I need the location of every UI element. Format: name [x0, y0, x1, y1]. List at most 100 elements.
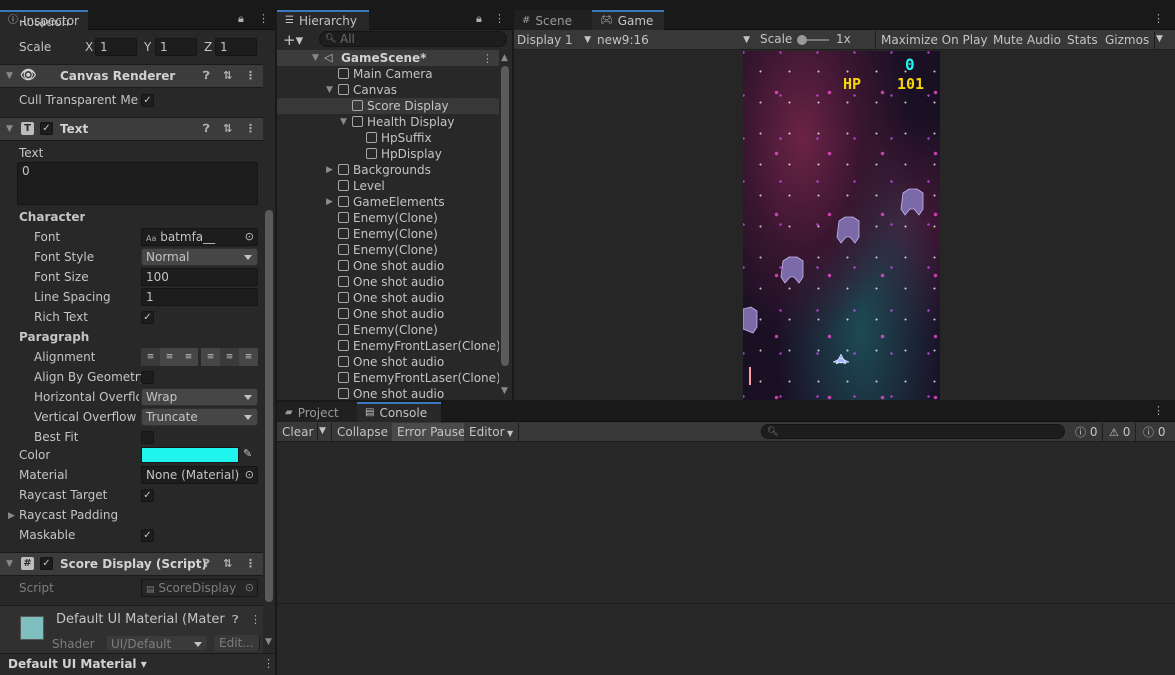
scene-menu-icon[interactable]: ⋮	[482, 51, 493, 67]
scale-z-field[interactable]: 1	[215, 38, 257, 56]
editor-dropdown[interactable]: Editor ▼	[464, 423, 520, 441]
best-fit-checkbox[interactable]	[141, 431, 154, 444]
scale-x-field[interactable]: 1	[95, 38, 137, 56]
foldout-arrow-icon[interactable]: ▼	[312, 50, 319, 66]
game-viewport[interactable]: 0 HP 101	[514, 51, 1175, 400]
inspector-scrollbar[interactable]	[265, 210, 273, 602]
hierarchy-item[interactable]: One shot audio	[277, 306, 499, 322]
help-icon[interactable]: ❓︎	[203, 557, 210, 571]
hierarchy-item[interactable]: HpSuffix	[277, 130, 499, 146]
preset-icon[interactable]: ⇅	[223, 557, 232, 570]
display-dropdown[interactable]: Display 1 ▼	[517, 31, 591, 49]
text-area[interactable]: 0	[17, 162, 258, 205]
hierarchy-item[interactable]: One shot audio	[277, 354, 499, 370]
error-pause-button[interactable]: Error Pause	[392, 423, 472, 441]
foldout-arrow-icon[interactable]: ▼	[340, 114, 347, 130]
eyedropper-icon[interactable]: ✎	[243, 447, 252, 460]
foldout-arrow-icon[interactable]: ▶	[8, 511, 15, 521]
gizmos-button[interactable]: Gizmos	[1100, 31, 1156, 49]
tab-scene[interactable]: # Scene	[514, 10, 592, 30]
lock-icon[interactable]: 🔒︎	[476, 12, 482, 26]
font-style-dropdown[interactable]: Normal	[141, 248, 258, 266]
scale-y-field[interactable]: 1	[155, 38, 197, 56]
add-object-button[interactable]: +▾	[283, 31, 303, 49]
v-overflow-dropdown[interactable]: Truncate	[141, 408, 258, 426]
hierarchy-item[interactable]: ▶ GameElements	[277, 194, 499, 210]
warning-filter-toggle[interactable]: ⚠ 0	[1104, 423, 1137, 441]
preset-icon[interactable]: ⇅	[223, 69, 232, 82]
foldout-arrow-icon[interactable]: ▼	[6, 124, 13, 134]
material-footer-dropdown[interactable]: Default UI Material ▾	[8, 657, 147, 671]
resolution-dropdown[interactable]: new9:16 ▼	[597, 31, 750, 49]
hierarchy-item[interactable]: Main Camera	[277, 66, 499, 82]
maskable-checkbox[interactable]: ✓	[141, 529, 154, 542]
hierarchy-item[interactable]: One shot audio	[277, 274, 499, 290]
scroll-up-icon[interactable]: ▲	[501, 53, 508, 63]
hierarchy-item[interactable]: Enemy(Clone)	[277, 322, 499, 338]
component-menu-icon[interactable]: ⋮	[245, 557, 256, 570]
maximize-on-play-button[interactable]: Maximize On Play	[875, 31, 994, 49]
help-icon[interactable]: ❓︎	[203, 122, 210, 136]
lock-icon[interactable]: 🔒︎	[238, 12, 244, 26]
font-field[interactable]: Aa batmfa__ ⊙	[141, 228, 258, 246]
hierarchy-item[interactable]: One shot audio	[277, 290, 499, 306]
console-search[interactable]: 🔍︎	[761, 424, 1065, 439]
foldout-arrow-icon[interactable]: ▶	[326, 162, 333, 178]
hierarchy-item[interactable]: EnemyFrontLaser(Clone)	[277, 370, 499, 386]
align-center-icon[interactable]: ≡	[160, 348, 179, 366]
menu-kebab-icon[interactable]: ⋮	[494, 12, 505, 25]
align-middle-icon[interactable]: ≡	[220, 348, 239, 366]
material-field[interactable]: None (Material) ⊙	[141, 466, 258, 484]
tab-console[interactable]: ▤ Console	[357, 402, 441, 422]
hierarchy-item[interactable]: ▼ Health Display	[277, 114, 499, 130]
object-picker-icon[interactable]: ⊙	[245, 229, 254, 245]
line-spacing-field[interactable]: 1	[141, 288, 258, 306]
scroll-down-icon[interactable]: ▼	[501, 386, 508, 396]
preset-icon[interactable]: ⇅	[223, 122, 232, 135]
cull-transparent-checkbox[interactable]: ✓	[141, 94, 154, 107]
foldout-arrow-icon[interactable]: ▼	[326, 82, 333, 98]
object-picker-icon[interactable]: ⊙	[245, 467, 254, 483]
foldout-arrow-icon[interactable]: ▶	[326, 194, 333, 210]
canvas-renderer-header[interactable]: ▼ 👁︎ Canvas Renderer ❓︎ ⇅ ⋮	[0, 64, 263, 88]
clear-options-icon[interactable]: ▼	[319, 426, 326, 436]
foldout-arrow-icon[interactable]: ▼	[6, 71, 13, 81]
score-display-script-header[interactable]: ▼ # ✓ Score Display (Script) ❓︎ ⇅ ⋮	[0, 552, 263, 576]
game-canvas[interactable]: 0 HP 101	[743, 51, 940, 400]
log-filter-toggle[interactable]: ⓘ 0	[1070, 423, 1104, 441]
foldout-arrow-icon[interactable]: ▼	[6, 559, 13, 569]
help-icon[interactable]: ❓︎	[232, 613, 239, 627]
component-menu-icon[interactable]: ⋮	[250, 613, 261, 626]
clear-button[interactable]: Clear	[277, 423, 319, 441]
raycast-padding-label[interactable]: Raycast Padding	[19, 508, 118, 522]
edit-shader-button[interactable]: Edit...	[214, 635, 260, 651]
align-bottom-icon[interactable]: ≡	[239, 348, 258, 366]
hierarchy-item[interactable]: Level	[277, 178, 499, 194]
tab-game[interactable]: 🎮︎ Game	[592, 10, 664, 30]
component-menu-icon[interactable]: ⋮	[245, 69, 256, 82]
hierarchy-item[interactable]: Enemy(Clone)	[277, 226, 499, 242]
align-geometry-checkbox[interactable]	[141, 371, 154, 384]
console-detail-area[interactable]	[277, 603, 1175, 675]
menu-kebab-icon[interactable]: ⋮	[1153, 404, 1164, 417]
component-menu-icon[interactable]: ⋮	[245, 122, 256, 135]
h-overflow-dropdown[interactable]: Wrap	[141, 388, 258, 406]
error-filter-toggle[interactable]: ⓘ 0	[1138, 423, 1171, 441]
collapse-button[interactable]: Collapse	[331, 423, 394, 441]
hierarchy-item[interactable]: Enemy(Clone)	[277, 210, 499, 226]
hierarchy-item[interactable]: EnemyFrontLaser(Clone)	[277, 338, 499, 354]
scale-slider-thumb[interactable]	[797, 35, 807, 45]
tab-hierarchy[interactable]: ☰ Hierarchy	[277, 10, 369, 30]
align-left-icon[interactable]: ≡	[141, 348, 160, 366]
hierarchy-search[interactable]: 🔍︎ All	[319, 31, 507, 47]
font-size-field[interactable]: 100	[141, 268, 258, 286]
menu-kebab-icon[interactable]: ⋮	[1153, 12, 1164, 25]
menu-kebab-icon[interactable]: ⋮	[258, 12, 269, 25]
hierarchy-item[interactable]: ▼ Canvas	[277, 82, 499, 98]
hierarchy-item[interactable]: One shot audio	[277, 386, 499, 400]
hierarchy-item-selected[interactable]: Score Display	[277, 98, 499, 114]
hierarchy-scrollbar[interactable]	[501, 66, 509, 366]
hierarchy-item[interactable]: ▶ Backgrounds	[277, 162, 499, 178]
raycast-target-checkbox[interactable]: ✓	[141, 489, 154, 502]
footer-menu-icon[interactable]: ⋮	[263, 657, 274, 670]
